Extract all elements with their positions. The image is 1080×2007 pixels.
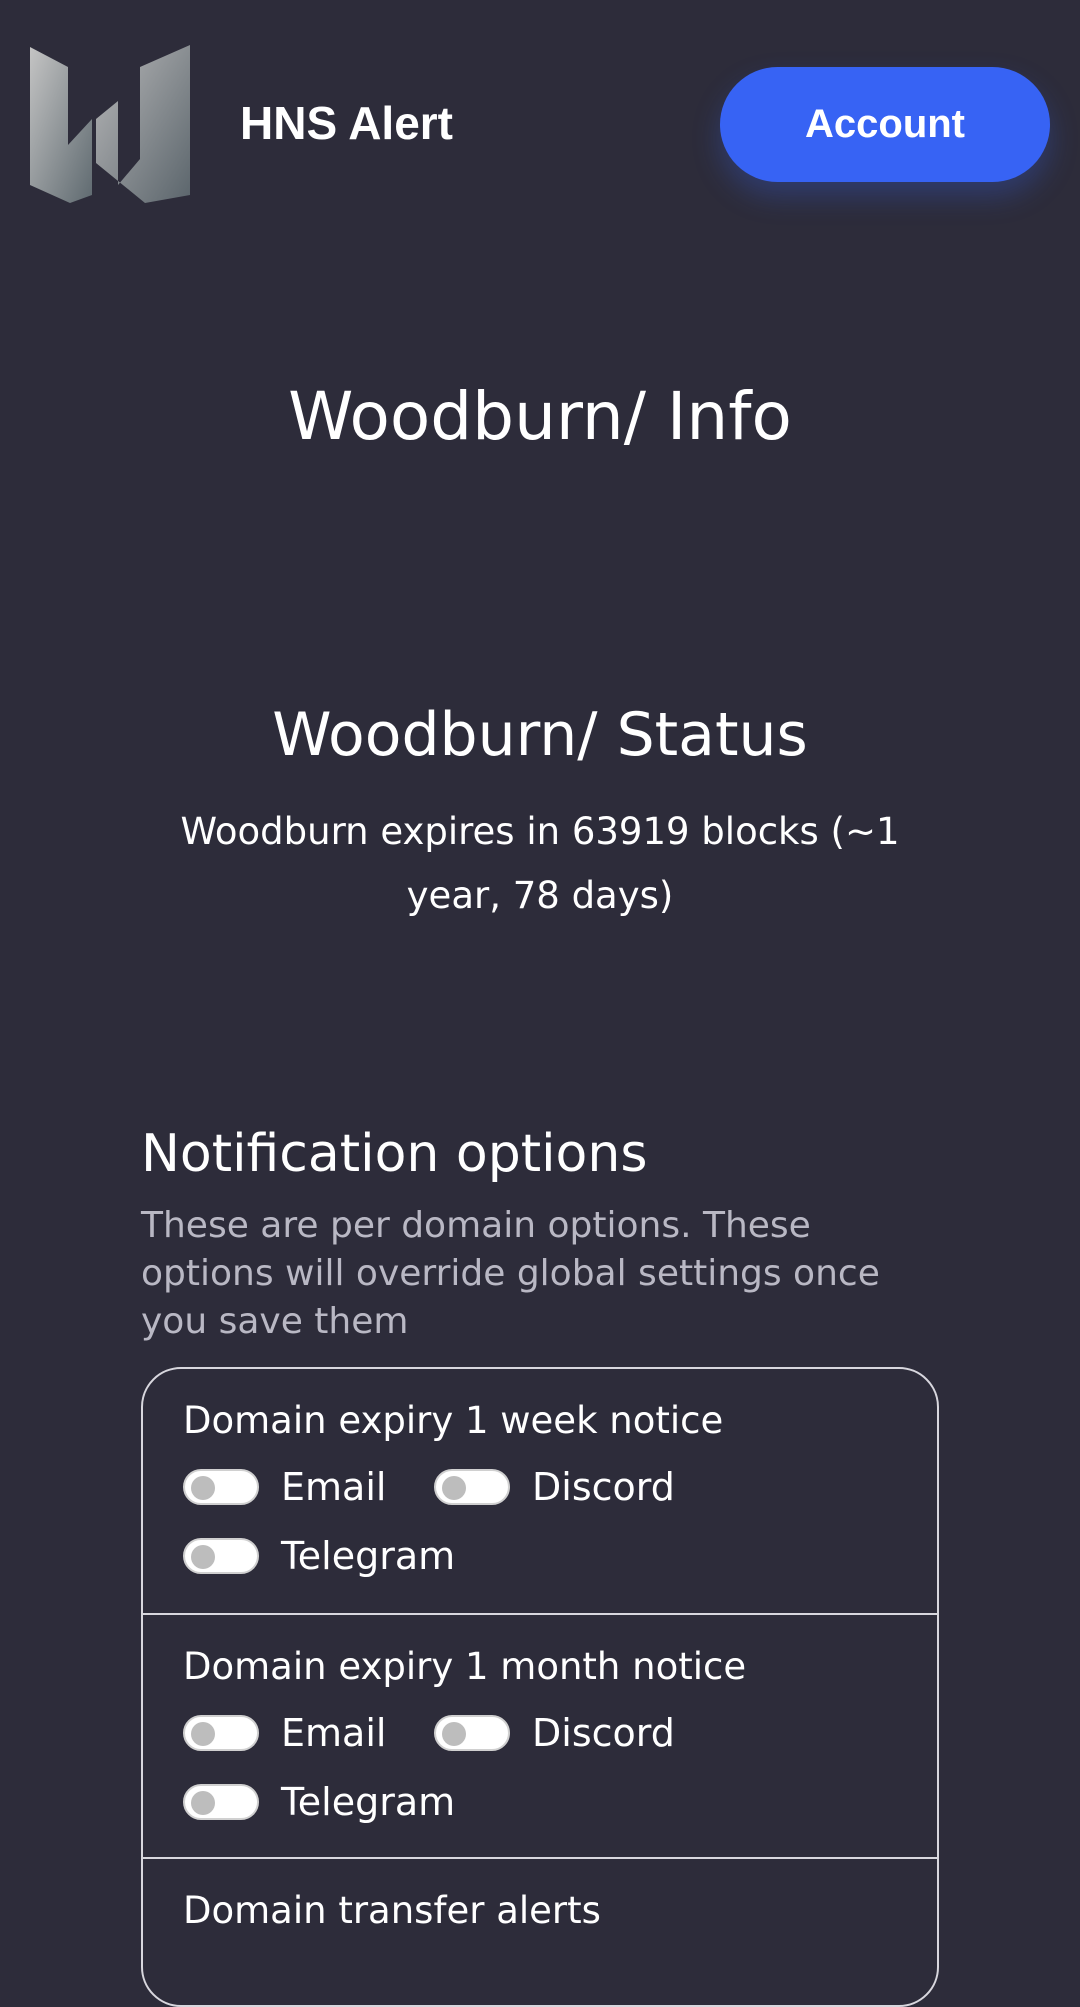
option-section-week: Domain expiry 1 week notice Email Discor…	[143, 1369, 937, 1613]
toggle-switch[interactable]	[183, 1538, 259, 1574]
w-logo-icon[interactable]	[30, 45, 190, 205]
brand-name[interactable]: HNS Alert	[240, 96, 453, 150]
toggle-label: Telegram	[281, 1780, 456, 1824]
telegram-toggle[interactable]: Telegram	[183, 1534, 455, 1578]
page-title: Woodburn/ Info	[288, 378, 792, 455]
notification-options-title: Notification options	[141, 1124, 648, 1184]
toggle-switch[interactable]	[183, 1469, 259, 1505]
toggle-switch[interactable]	[183, 1784, 259, 1820]
toggle-label: Email	[281, 1465, 387, 1509]
telegram-toggle[interactable]: Telegram	[183, 1780, 455, 1824]
email-toggle[interactable]: Email	[183, 1711, 386, 1755]
option-section-month: Domain expiry 1 month notice Email Disco…	[143, 1613, 937, 1859]
status-title: Woodburn/ Status	[272, 700, 808, 770]
status-text: Woodburn expires in 63919 blocks (~1 yea…	[180, 810, 900, 917]
toggle-label: Email	[281, 1711, 387, 1755]
toggle-label: Telegram	[281, 1534, 456, 1578]
option-section-transfer: Domain transfer alerts	[143, 1857, 937, 2005]
email-toggle[interactable]: Email	[183, 1465, 386, 1509]
toggle-label: Discord	[532, 1711, 675, 1755]
app-header: HNS Alert Account	[0, 0, 1080, 250]
toggle-switch[interactable]	[434, 1715, 510, 1751]
account-button[interactable]: Account	[720, 67, 1050, 182]
notification-options-card: Domain expiry 1 week notice Email Discor…	[141, 1367, 939, 2007]
option-label: Domain expiry 1 week notice	[183, 1399, 724, 1442]
toggle-switch[interactable]	[183, 1715, 259, 1751]
option-label: Domain expiry 1 month notice	[183, 1645, 747, 1688]
discord-toggle[interactable]: Discord	[434, 1465, 675, 1509]
toggle-label: Discord	[532, 1465, 675, 1509]
option-label: Domain transfer alerts	[183, 1889, 601, 1932]
notification-options-description: These are per domain options. These opti…	[141, 1205, 880, 1342]
toggle-switch[interactable]	[434, 1469, 510, 1505]
discord-toggle[interactable]: Discord	[434, 1711, 675, 1755]
